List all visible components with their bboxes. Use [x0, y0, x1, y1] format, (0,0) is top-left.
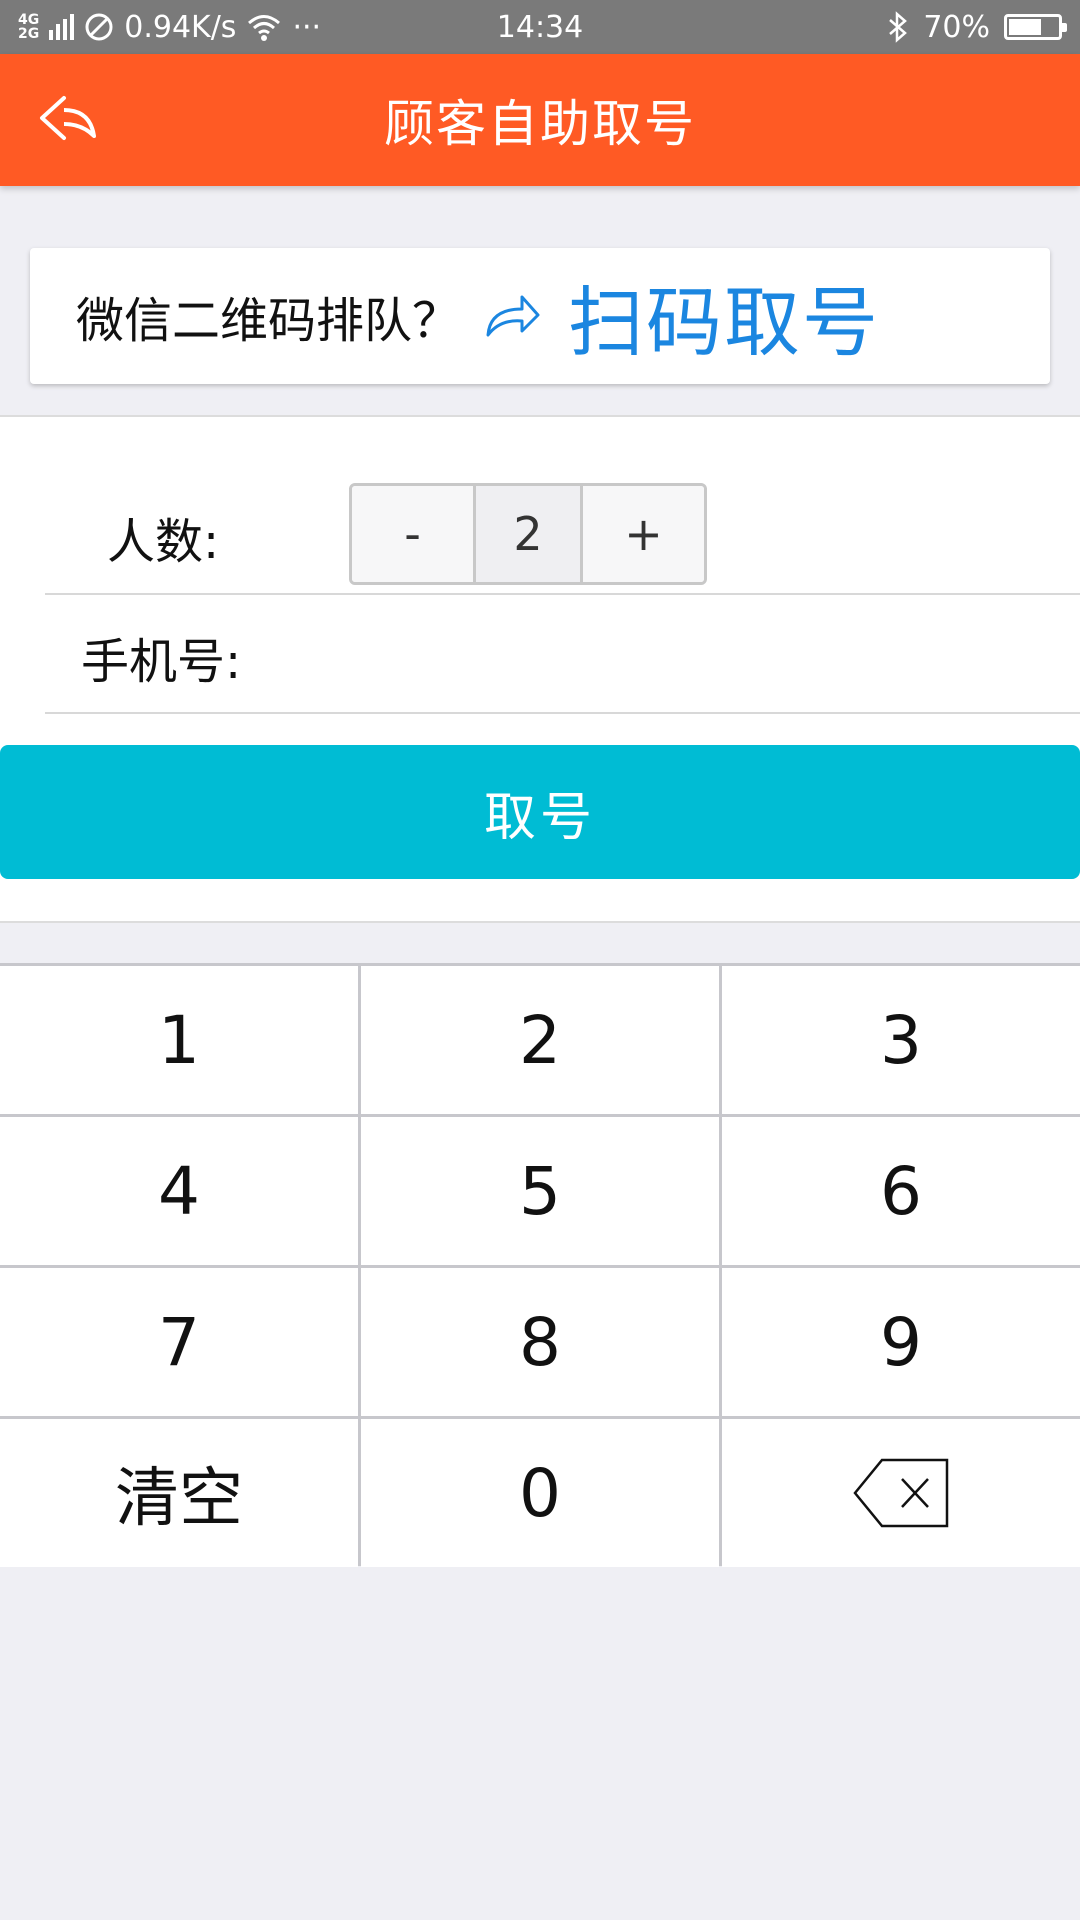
key-7[interactable]: 7: [0, 1268, 358, 1416]
take-number-button[interactable]: 取号: [0, 745, 1080, 879]
scan-code-button[interactable]: 扫码取号: [568, 261, 880, 371]
status-right: 70%: [887, 9, 1067, 45]
phone-label: 手机号:: [81, 634, 242, 690]
no-sim-icon: [85, 13, 113, 41]
decrement-button[interactable]: -: [352, 486, 473, 582]
battery-percent: 70%: [923, 9, 990, 45]
key-9[interactable]: 9: [722, 1268, 1080, 1416]
key-3[interactable]: 3: [722, 966, 1080, 1114]
key-0[interactable]: 0: [361, 1419, 719, 1567]
page: 4G 2G 0.94K/s ··· 14:34 70% 顾客自助取号 微信二维码…: [0, 0, 1080, 1920]
more-indicator: ···: [292, 9, 322, 45]
clear-key[interactable]: 清空: [0, 1419, 358, 1567]
key-2[interactable]: 2: [361, 966, 719, 1114]
divider: [45, 593, 1080, 595]
backspace-key[interactable]: [722, 1419, 1080, 1567]
share-arrow-icon: [486, 295, 540, 337]
people-count-value: 2: [473, 486, 583, 582]
page-title: 顾客自助取号: [384, 95, 696, 153]
wifi-icon: [248, 15, 281, 41]
key-1[interactable]: 1: [0, 966, 358, 1114]
numeric-keypad: 1 2 3 4 5 6 7 8 9 清空 0: [0, 963, 1080, 1567]
battery-icon: [1004, 14, 1067, 40]
people-count-stepper: - 2 +: [349, 483, 707, 585]
battery-level: [1009, 19, 1042, 35]
network-type-top: 4G: [18, 12, 40, 28]
key-8[interactable]: 8: [361, 1268, 719, 1416]
scan-card: 微信二维码排队？ 扫码取号: [30, 248, 1050, 384]
people-count-label: 人数:: [107, 514, 220, 570]
status-bar: 4G 2G 0.94K/s ··· 14:34 70%: [0, 0, 1080, 54]
increment-button[interactable]: +: [583, 486, 704, 582]
bluetooth-icon: [889, 11, 908, 43]
status-left: 4G 2G 0.94K/s ···: [18, 10, 321, 45]
network-type-bottom: 2G: [18, 26, 40, 42]
network-speed: 0.94K/s: [124, 9, 237, 45]
queue-form: 人数: - 2 + 手机号: 取号: [0, 415, 1080, 923]
key-6[interactable]: 6: [722, 1117, 1080, 1265]
backspace-icon: [853, 1458, 949, 1528]
key-5[interactable]: 5: [361, 1117, 719, 1265]
phone-input[interactable]: [270, 603, 1050, 703]
signal-icon: [49, 14, 75, 40]
nav-bar: 顾客自助取号: [0, 54, 1080, 186]
back-arrow-icon[interactable]: [34, 90, 98, 150]
divider: [45, 712, 1080, 714]
network-type: 4G 2G: [18, 13, 39, 41]
key-4[interactable]: 4: [0, 1117, 358, 1265]
wechat-queue-hint: 微信二维码排队？: [76, 293, 461, 349]
